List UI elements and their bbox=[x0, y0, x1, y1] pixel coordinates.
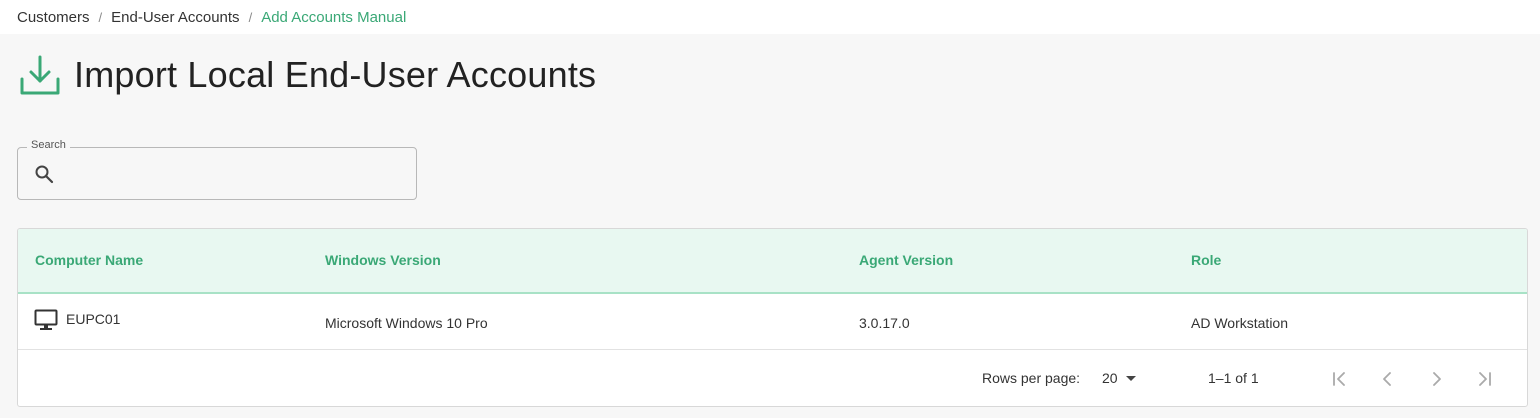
column-header-role[interactable]: Role bbox=[1191, 252, 1221, 268]
pagination: Rows per page: 20 1–1 of 1 bbox=[18, 351, 1527, 406]
next-page-icon[interactable] bbox=[1424, 367, 1448, 391]
rows-per-page-label: Rows per page: bbox=[982, 370, 1081, 386]
breadcrumb-current: Add Accounts Manual bbox=[261, 8, 407, 26]
previous-page-icon[interactable] bbox=[1376, 367, 1400, 391]
column-header-computer-name[interactable]: Computer Name bbox=[35, 252, 143, 268]
column-header-agent-version[interactable]: Agent Version bbox=[859, 252, 953, 268]
table-header: Computer Name Windows Version Agent Vers… bbox=[18, 229, 1527, 294]
dropdown-caret-icon bbox=[1125, 375, 1136, 381]
last-page-icon[interactable] bbox=[1472, 367, 1496, 391]
search-label: Search bbox=[27, 139, 70, 151]
download-icon bbox=[20, 55, 60, 95]
desktop-computer-icon bbox=[34, 309, 58, 330]
breadcrumb-customers[interactable]: Customers bbox=[17, 9, 90, 26]
rows-per-page-value: 20 bbox=[1102, 370, 1118, 386]
computers-table: Computer Name Windows Version Agent Vers… bbox=[17, 228, 1528, 407]
cell-computer-name: EUPC01 bbox=[66, 311, 121, 327]
first-page-icon[interactable] bbox=[1328, 367, 1352, 391]
column-header-windows-version[interactable]: Windows Version bbox=[325, 252, 441, 268]
search-input[interactable] bbox=[66, 156, 406, 192]
search-icon bbox=[35, 165, 54, 184]
rows-per-page-select[interactable]: 20 bbox=[1102, 370, 1136, 386]
breadcrumb-separator: / bbox=[248, 9, 253, 25]
breadcrumb-separator: / bbox=[98, 9, 103, 25]
breadcrumb-end-user-accounts[interactable]: End-User Accounts bbox=[111, 9, 239, 26]
page-title: Import Local End-User Accounts bbox=[74, 54, 597, 95]
cell-agent-version: 3.0.17.0 bbox=[859, 315, 910, 331]
cell-role: AD Workstation bbox=[1191, 315, 1288, 331]
pagination-range: 1–1 of 1 bbox=[1208, 370, 1259, 386]
cell-windows-version: Microsoft Windows 10 Pro bbox=[325, 315, 488, 331]
breadcrumb: Customers / End-User Accounts / Add Acco… bbox=[0, 0, 1540, 34]
page-header: Import Local End-User Accounts bbox=[18, 52, 596, 98]
table-row[interactable]: EUPC01 Microsoft Windows 10 Pro 3.0.17.0… bbox=[18, 294, 1527, 350]
search-field[interactable]: Search bbox=[17, 139, 417, 200]
